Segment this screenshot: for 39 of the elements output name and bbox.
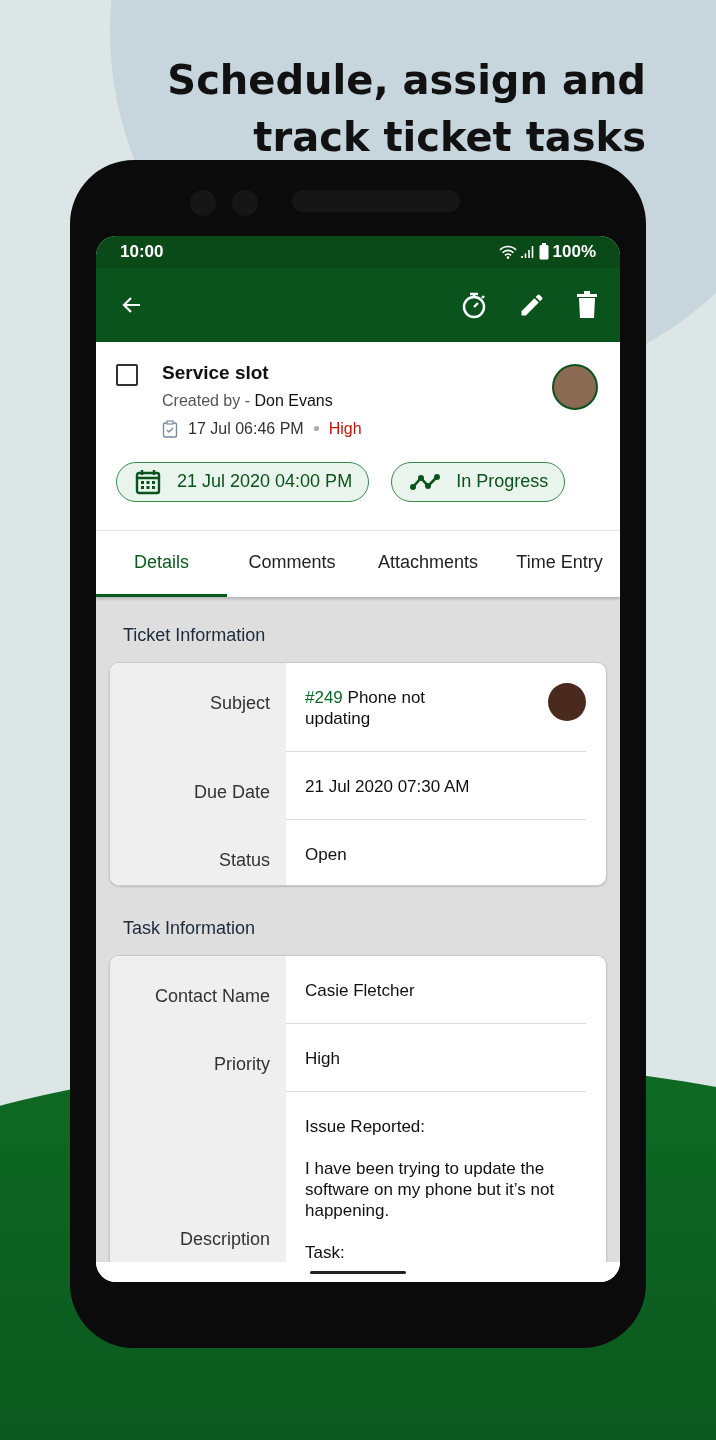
delete-button[interactable] — [576, 290, 598, 319]
due-date-chip[interactable]: 21 Jul 2020 04:00 PM — [116, 461, 370, 502]
field-label: Subject — [209, 693, 270, 714]
field-value: 21 Jul 2020 07:30 AM — [305, 776, 470, 798]
section-title: Task Information — [122, 916, 257, 940]
tab[interactable]: Details — [96, 530, 227, 598]
tab[interactable]: Attachments — [357, 530, 499, 598]
field-value: Casie Fletcher — [305, 979, 415, 1001]
created-date: 17 Jul 06:46 PM — [188, 419, 304, 438]
field-label: Priority — [214, 1053, 270, 1074]
field-value: Open — [305, 844, 347, 866]
section-title: Ticket Information — [122, 624, 267, 648]
field-value: Issue Reported: I have been trying to update the software on my phone but it’s not happening. Task: — [305, 1115, 556, 1263]
field-label: Description — [179, 1228, 270, 1250]
progress-line-icon — [410, 472, 441, 491]
timer-button[interactable] — [460, 290, 488, 319]
field-value: #249 Phone not updating — [305, 687, 427, 730]
field-value: High — [305, 1047, 340, 1069]
battery-level: 100% — [552, 241, 596, 262]
calendar-icon — [135, 468, 161, 495]
tab[interactable]: Time Entry — [499, 530, 620, 598]
creator-avatar — [552, 363, 598, 410]
headline-text: Schedule, assign and — [167, 56, 646, 105]
field-label: Due Date — [193, 782, 270, 803]
battery-icon — [538, 243, 549, 261]
clipboard-check-icon — [162, 419, 178, 438]
home-indicator[interactable] — [310, 1270, 406, 1274]
field-label: Contact Name — [154, 985, 270, 1006]
signal-icon — [520, 244, 535, 259]
created-by-text: Created by - Don Evans — [162, 391, 334, 410]
status-chip[interactable]: In Progress — [391, 461, 566, 502]
field-label: Status — [218, 850, 270, 871]
status-time: 10:00 — [120, 241, 164, 262]
priority-label: High — [328, 419, 362, 438]
headline-text: track ticket tasks — [253, 113, 646, 162]
wifi-icon — [498, 244, 517, 259]
task-title: Service slot — [162, 361, 270, 384]
tab[interactable]: Comments — [227, 530, 357, 598]
task-checkbox[interactable] — [116, 363, 138, 386]
